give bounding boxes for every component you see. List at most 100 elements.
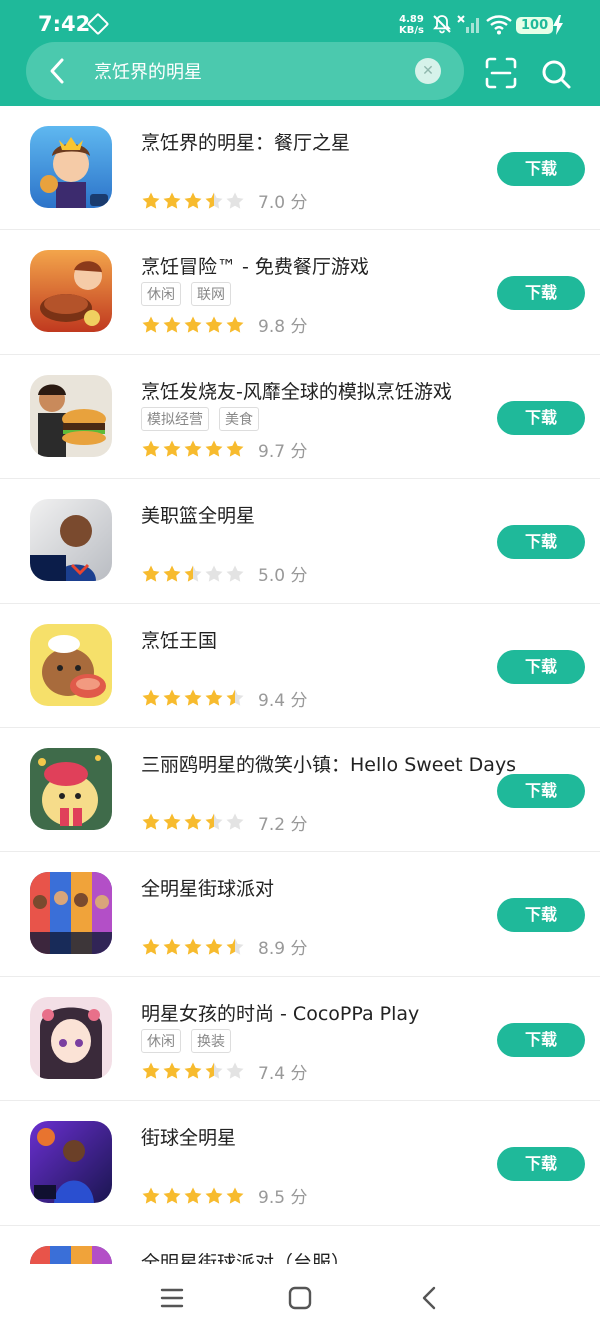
cooking-fever-app-icon[interactable]: [30, 374, 112, 457]
app-score: 9.8 分: [258, 317, 308, 338]
download-button[interactable]: 下载: [497, 525, 585, 560]
star-full-icon: [141, 812, 161, 832]
star-half-icon: [204, 1061, 224, 1081]
star-full-icon: [162, 688, 182, 708]
star-full-icon: [183, 812, 203, 832]
star-full-icon: [225, 1186, 245, 1206]
home-icon[interactable]: [286, 1284, 314, 1316]
star-full-icon: [141, 439, 161, 459]
star-rating: [141, 1061, 246, 1081]
streetball-allstar-app-icon[interactable]: [30, 1121, 112, 1204]
download-button[interactable]: 下载: [497, 400, 585, 435]
download-button[interactable]: 下载: [497, 1147, 585, 1182]
app-tag: 模拟经营: [141, 406, 209, 431]
search-box[interactable]: 烹饪界的明星 ✕: [26, 42, 464, 100]
charging-icon: [552, 15, 564, 39]
list-item[interactable]: 烹饪界的明星：餐厅之星 7.0 分 下载: [0, 106, 600, 231]
star-full-icon: [183, 439, 203, 459]
app-tags: 休闲 换装: [141, 1028, 241, 1053]
star-full-icon: [162, 564, 182, 584]
status-bar: 7:42 4.89 KB/s 100: [0, 0, 600, 42]
list-item[interactable]: 街球全明星 9.5 分 下载: [0, 1101, 600, 1226]
app-title[interactable]: 烹饪界的明星：餐厅之星: [141, 128, 350, 155]
download-button[interactable]: 下载: [497, 276, 585, 311]
app-rating: 9.8 分: [141, 312, 307, 337]
star-full-icon: [204, 315, 224, 335]
cocoppa-play-app-icon[interactable]: [30, 996, 112, 1079]
back-icon[interactable]: [416, 1284, 444, 1316]
scan-icon[interactable]: [484, 56, 518, 90]
app-rating: 9.5 分: [141, 1183, 307, 1208]
app-rating: 9.4 分: [141, 686, 307, 711]
wifi-icon: [486, 15, 512, 39]
star-rating: [141, 315, 246, 335]
list-item[interactable]: 美职篮全明星 5.0 分 下载: [0, 479, 600, 604]
star-rating: [141, 937, 246, 957]
star-full-icon: [204, 439, 224, 459]
app-tag: 美食: [219, 406, 259, 431]
list-item[interactable]: 明星女孩的时尚 - CocoPPa Play 休闲 换装 7.4 分 下载: [0, 977, 600, 1102]
network-speed-value: 4.89: [399, 14, 424, 25]
star-rating: [141, 191, 246, 211]
list-item[interactable]: 全明星街球派对（台服） 下载: [0, 1226, 600, 1264]
star-full-icon: [183, 1061, 203, 1081]
download-button[interactable]: 下载: [497, 152, 585, 186]
star-full-icon: [162, 1061, 182, 1081]
star-empty-icon: [225, 564, 245, 584]
list-item[interactable]: 烹饪冒险™ - 免费餐厅游戏 休闲 联网 9.8 分 下载: [0, 230, 600, 355]
cooking-stars-app-icon[interactable]: [30, 126, 112, 208]
star-full-icon: [141, 688, 161, 708]
app-title[interactable]: 街球全明星: [141, 1123, 236, 1150]
nba-allstar-app-icon[interactable]: [30, 499, 112, 582]
list-item[interactable]: 全明星街球派对 8.9 分 下载: [0, 852, 600, 977]
search-input[interactable]: 烹饪界的明星: [94, 58, 202, 84]
star-empty-icon: [225, 191, 245, 211]
sanrio-town-app-icon[interactable]: [30, 747, 112, 830]
app-title[interactable]: 烹饪冒险™ - 免费餐厅游戏: [141, 252, 369, 279]
star-full-icon: [141, 1061, 161, 1081]
star-full-icon: [225, 315, 245, 335]
download-button[interactable]: 下载: [497, 649, 585, 684]
signal-icon: [456, 14, 482, 38]
system-nav-bar: [0, 1264, 600, 1333]
status-time: 7:42: [38, 12, 91, 36]
star-rating: [141, 439, 246, 459]
app-title[interactable]: 全明星街球派对: [141, 874, 274, 901]
star-full-icon: [183, 937, 203, 957]
app-title[interactable]: 美职篮全明星: [141, 501, 255, 528]
app-rating: 7.0 分: [141, 188, 307, 213]
app-tag: 休闲: [141, 282, 181, 307]
list-item[interactable]: 烹饪发烧友-风靡全球的模拟烹饪游戏 模拟经营 美食 9.7 分 下载: [0, 355, 600, 480]
app-title[interactable]: 全明星街球派对（台服）: [141, 1248, 350, 1264]
result-list: 烹饪界的明星：餐厅之星 7.0 分 下载 烹饪冒险™ - 免费餐厅游戏 休闲 联网…: [0, 106, 600, 1264]
allstar-streetball-tw-app-icon[interactable]: [30, 1245, 112, 1264]
app-tag: 休闲: [141, 1028, 181, 1053]
star-empty-icon: [225, 1061, 245, 1081]
list-item[interactable]: 烹饪王国 9.4 分 下载: [0, 604, 600, 728]
download-button[interactable]: 下载: [497, 773, 585, 808]
list-item[interactable]: 三丽鸥明星的微笑小镇：Hello Sweet Days 7.2 分 下载: [0, 728, 600, 853]
search-icon[interactable]: [538, 56, 574, 92]
cooking-adventure-app-icon[interactable]: [30, 250, 112, 333]
cooking-kingdom-app-icon[interactable]: [30, 623, 112, 706]
app-score: 7.0 分: [258, 193, 308, 213]
app-title[interactable]: 明星女孩的时尚 - CocoPPa Play: [141, 999, 419, 1026]
download-button[interactable]: 下载: [497, 898, 585, 933]
star-full-icon: [162, 191, 182, 211]
app-tags: 模拟经营 美食: [141, 406, 269, 431]
app-title[interactable]: 烹饪发烧友-风靡全球的模拟烹饪游戏: [141, 377, 452, 404]
clear-icon[interactable]: ✕: [415, 58, 441, 84]
download-button[interactable]: 下载: [497, 1022, 585, 1057]
app-title[interactable]: 烹饪王国: [141, 626, 217, 653]
app-rating: 7.4 分: [141, 1059, 307, 1084]
app-score: 5.0 分: [258, 566, 308, 587]
star-full-icon: [204, 688, 224, 708]
app-score: 7.4 分: [258, 1063, 308, 1084]
star-full-icon: [183, 688, 203, 708]
allstar-streetball-app-icon[interactable]: [30, 872, 112, 955]
app-title[interactable]: 三丽鸥明星的微笑小镇：Hello Sweet Days: [141, 750, 516, 777]
back-arrow-icon[interactable]: [42, 55, 74, 87]
menu-icon[interactable]: [158, 1286, 186, 1314]
network-speed-unit: KB/s: [399, 25, 424, 36]
star-half-icon: [204, 812, 224, 832]
